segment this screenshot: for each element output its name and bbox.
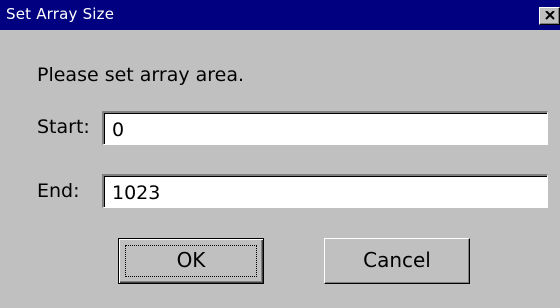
cancel-button-label: Cancel [363, 248, 431, 272]
prompt-text: Please set array area. [37, 64, 245, 86]
start-field[interactable] [102, 111, 548, 145]
end-field[interactable] [102, 174, 548, 208]
cancel-button[interactable]: Cancel [324, 238, 470, 284]
ok-button-label: OK [176, 248, 206, 272]
start-label: Start: [37, 116, 90, 138]
title-bar[interactable]: Set Array Size [0, 0, 560, 30]
close-button[interactable] [539, 7, 560, 25]
ok-button[interactable]: OK [118, 238, 264, 284]
window-title: Set Array Size [6, 5, 115, 23]
set-array-size-dialog: Set Array Size Please set array area. St… [0, 0, 560, 308]
close-icon [545, 11, 555, 20]
end-label: End: [37, 180, 80, 202]
